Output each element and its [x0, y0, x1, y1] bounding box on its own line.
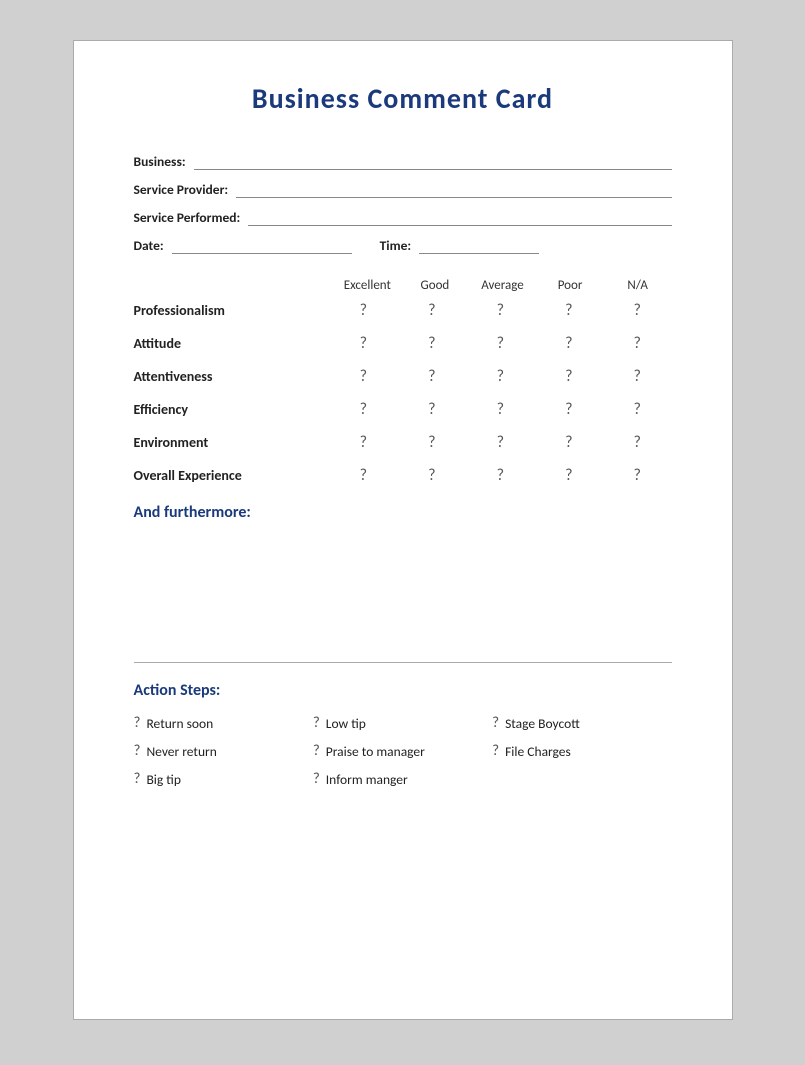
checkbox-low-tip[interactable]: ?	[313, 714, 320, 732]
time-label: Time:	[380, 237, 412, 254]
header-good: Good	[401, 278, 469, 293]
checkbox-return-soon[interactable]: ?	[134, 714, 141, 732]
radio-attitude-poor[interactable]: ?	[535, 334, 603, 353]
radio-efficiency-na[interactable]: ?	[603, 400, 671, 419]
furthermore-title: And furthermore:	[134, 503, 672, 522]
service-provider-label: Service Provider:	[134, 181, 229, 198]
furthermore-section: And furthermore:	[134, 503, 672, 654]
action-label-inform-manager: Inform manger	[326, 771, 408, 788]
header-na: N/A	[604, 278, 672, 293]
radio-overall-good[interactable]: ?	[398, 466, 466, 485]
action-item-praise-manager[interactable]: ? Praise to manager	[313, 742, 492, 760]
radio-attentiveness-poor[interactable]: ?	[535, 367, 603, 386]
comment-card: Business Comment Card Business: Service …	[73, 40, 733, 1020]
radio-overall-excellent[interactable]: ?	[329, 466, 397, 485]
action-item-empty	[492, 770, 671, 788]
radio-professionalism-average[interactable]: ?	[466, 301, 534, 320]
header-average: Average	[469, 278, 537, 293]
action-label-low-tip: Low tip	[326, 715, 366, 732]
card-title: Business Comment Card	[134, 81, 672, 116]
label-attentiveness: Attentiveness	[134, 368, 330, 385]
action-label-return-soon: Return soon	[146, 715, 213, 732]
label-professionalism: Professionalism	[134, 302, 330, 319]
time-part: Time:	[380, 236, 540, 254]
action-steps-grid: ? Return soon ? Low tip ? Stage Boycott …	[134, 714, 672, 788]
section-divider	[134, 662, 672, 663]
business-field-row: Business:	[134, 152, 672, 170]
radio-environment-na[interactable]: ?	[603, 433, 671, 452]
rating-row-efficiency: Efficiency ? ? ? ? ?	[134, 400, 672, 419]
checkbox-big-tip[interactable]: ?	[134, 770, 141, 788]
radio-overall-na[interactable]: ?	[603, 466, 671, 485]
radio-attitude-na[interactable]: ?	[603, 334, 671, 353]
radio-efficiency-average[interactable]: ?	[466, 400, 534, 419]
action-item-big-tip[interactable]: ? Big tip	[134, 770, 313, 788]
action-steps-section: Action Steps: ? Return soon ? Low tip ? …	[134, 681, 672, 788]
service-performed-input[interactable]	[248, 208, 671, 226]
service-provider-input[interactable]	[236, 180, 671, 198]
service-performed-field-row: Service Performed:	[134, 208, 672, 226]
furthermore-textarea[interactable]	[134, 530, 672, 650]
action-item-inform-manager[interactable]: ? Inform manger	[313, 770, 492, 788]
checkbox-praise-manager[interactable]: ?	[313, 742, 320, 760]
service-performed-label: Service Performed:	[134, 209, 241, 226]
radio-overall-poor[interactable]: ?	[535, 466, 603, 485]
radio-professionalism-excellent[interactable]: ?	[329, 301, 397, 320]
radio-environment-poor[interactable]: ?	[535, 433, 603, 452]
action-item-file-charges[interactable]: ? File Charges	[492, 742, 671, 760]
business-input[interactable]	[194, 152, 672, 170]
action-item-stage-boycott[interactable]: ? Stage Boycott	[492, 714, 671, 732]
business-label: Business:	[134, 153, 186, 170]
radio-environment-average[interactable]: ?	[466, 433, 534, 452]
service-provider-field-row: Service Provider:	[134, 180, 672, 198]
date-time-row: Date: Time:	[134, 236, 672, 254]
label-efficiency: Efficiency	[134, 401, 330, 418]
action-label-file-charges: File Charges	[505, 743, 571, 760]
action-item-return-soon[interactable]: ? Return soon	[134, 714, 313, 732]
radio-attentiveness-good[interactable]: ?	[398, 367, 466, 386]
action-label-praise-manager: Praise to manager	[326, 743, 425, 760]
date-input[interactable]	[172, 236, 352, 254]
label-overall: Overall Experience	[134, 467, 330, 484]
header-excellent: Excellent	[334, 278, 402, 293]
radio-professionalism-na[interactable]: ?	[603, 301, 671, 320]
rating-row-attitude: Attitude ? ? ? ? ?	[134, 334, 672, 353]
action-item-low-tip[interactable]: ? Low tip	[313, 714, 492, 732]
radio-attentiveness-na[interactable]: ?	[603, 367, 671, 386]
header-poor: Poor	[536, 278, 604, 293]
checkbox-inform-manager[interactable]: ?	[313, 770, 320, 788]
radio-environment-good[interactable]: ?	[398, 433, 466, 452]
rating-row-overall: Overall Experience ? ? ? ? ?	[134, 466, 672, 485]
radio-overall-average[interactable]: ?	[466, 466, 534, 485]
radio-efficiency-poor[interactable]: ?	[535, 400, 603, 419]
action-item-never-return[interactable]: ? Never return	[134, 742, 313, 760]
radio-attentiveness-excellent[interactable]: ?	[329, 367, 397, 386]
date-label: Date:	[134, 237, 164, 254]
radio-efficiency-good[interactable]: ?	[398, 400, 466, 419]
label-environment: Environment	[134, 434, 330, 451]
action-label-stage-boycott: Stage Boycott	[505, 715, 580, 732]
rating-header-row: Excellent Good Average Poor N/A	[134, 278, 672, 293]
radio-environment-excellent[interactable]: ?	[329, 433, 397, 452]
checkbox-file-charges[interactable]: ?	[492, 742, 499, 760]
rating-row-environment: Environment ? ? ? ? ?	[134, 433, 672, 452]
action-label-big-tip: Big tip	[146, 771, 180, 788]
checkbox-stage-boycott[interactable]: ?	[492, 714, 499, 732]
action-label-never-return: Never return	[146, 743, 216, 760]
rating-section: Excellent Good Average Poor N/A Professi…	[134, 278, 672, 485]
date-part: Date:	[134, 236, 352, 254]
radio-attitude-average[interactable]: ?	[466, 334, 534, 353]
radio-attitude-good[interactable]: ?	[398, 334, 466, 353]
rating-row-professionalism: Professionalism ? ? ? ? ?	[134, 301, 672, 320]
action-steps-title: Action Steps:	[134, 681, 672, 700]
radio-professionalism-good[interactable]: ?	[398, 301, 466, 320]
radio-efficiency-excellent[interactable]: ?	[329, 400, 397, 419]
rating-row-attentiveness: Attentiveness ? ? ? ? ?	[134, 367, 672, 386]
radio-professionalism-poor[interactable]: ?	[535, 301, 603, 320]
checkbox-never-return[interactable]: ?	[134, 742, 141, 760]
radio-attentiveness-average[interactable]: ?	[466, 367, 534, 386]
time-input[interactable]	[419, 236, 539, 254]
radio-attitude-excellent[interactable]: ?	[329, 334, 397, 353]
label-attitude: Attitude	[134, 335, 330, 352]
